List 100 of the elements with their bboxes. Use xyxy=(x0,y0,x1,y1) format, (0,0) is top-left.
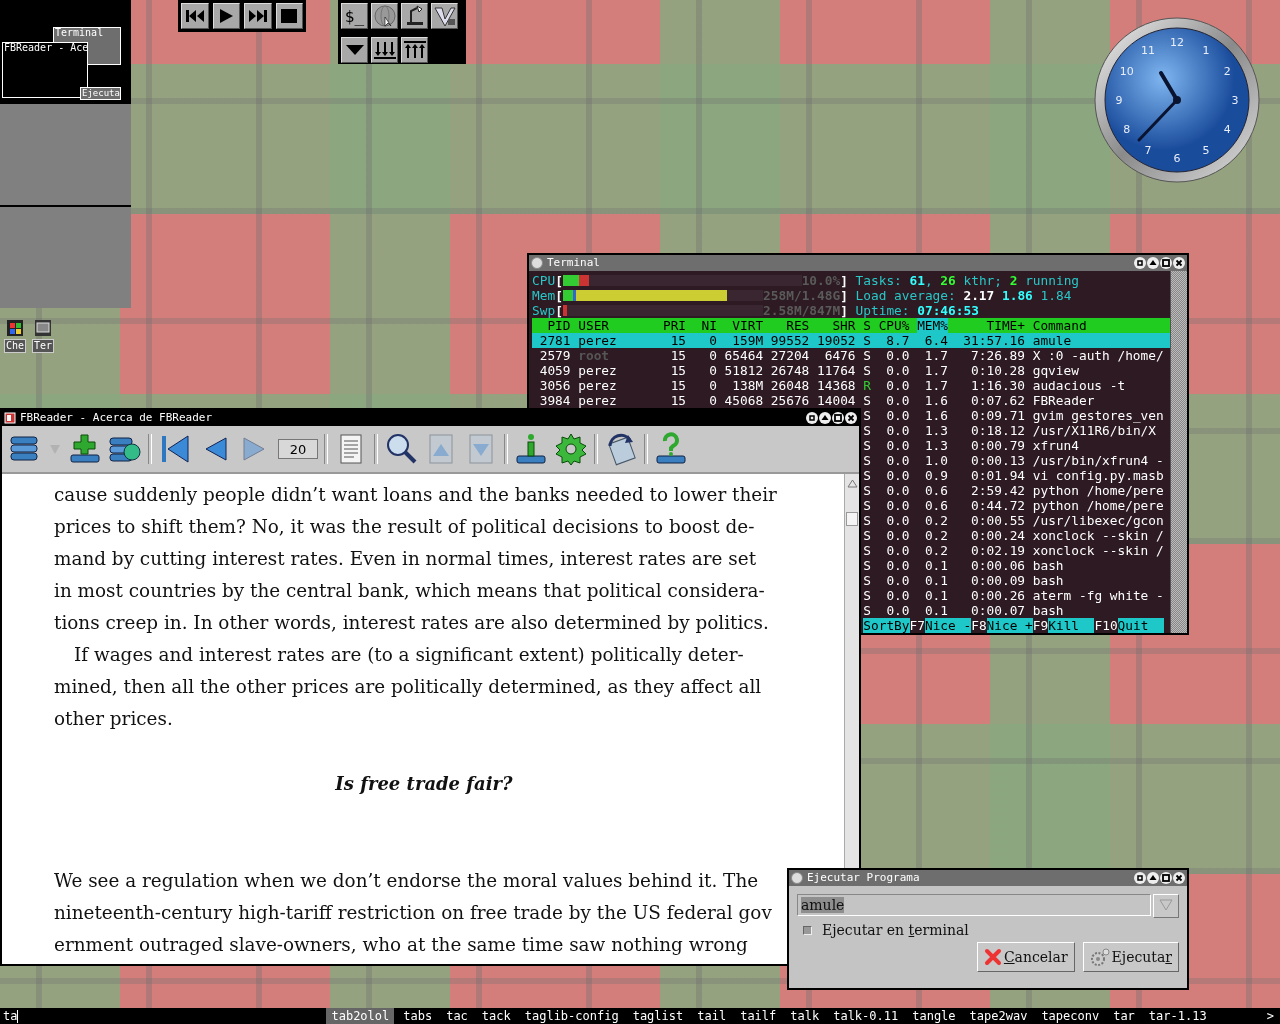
column-header[interactable]: RES xyxy=(770,318,810,333)
close-button[interactable] xyxy=(1173,872,1185,884)
process-row[interactable]: 2781 perez 15 0 159M 99552 19052 S 8.7 6.4 31:57.16 amule xyxy=(532,333,1170,348)
book-icon[interactable] xyxy=(4,412,16,424)
maximize-button[interactable] xyxy=(832,412,844,424)
process-row[interactable]: S 0.0 0.6 0:44.72 python /home/pere xyxy=(863,498,1170,513)
column-header[interactable]: USER xyxy=(578,318,656,333)
monitor-icon[interactable] xyxy=(35,320,52,336)
editor-button[interactable] xyxy=(431,3,458,29)
minimize-button[interactable] xyxy=(1134,257,1146,269)
key-action[interactable]: Quit xyxy=(1117,618,1164,633)
key-action[interactable]: Nice - xyxy=(924,618,972,633)
maximize-button[interactable] xyxy=(1160,872,1172,884)
column-header[interactable]: CPU% xyxy=(878,318,910,333)
process-row[interactable]: S 0.0 0.2 0:00.24 xonclock --skin / xyxy=(863,528,1170,543)
shade-button[interactable] xyxy=(819,412,831,424)
column-header[interactable]: Command xyxy=(1032,318,1087,333)
completion-item[interactable]: tape2wav xyxy=(964,1008,1033,1024)
shade-button[interactable] xyxy=(1147,257,1159,269)
icon-label[interactable]: Che xyxy=(4,339,27,353)
title-bar[interactable]: Ejecutar Programa xyxy=(789,870,1187,886)
ball-icon[interactable] xyxy=(791,872,803,884)
workspace-pager[interactable]: Terminal FBReader - Ace Ejecuta xyxy=(0,0,131,308)
process-row[interactable]: S 0.0 1.6 0:09.71 gvim gestores_ven xyxy=(863,408,1170,423)
title-bar[interactable]: FBReader - Acerca de FBReader xyxy=(2,410,859,426)
lower-button[interactable] xyxy=(371,37,398,63)
column-header[interactable]: MEM% xyxy=(917,318,948,333)
add-book-icon[interactable] xyxy=(68,432,102,466)
minimize-button[interactable] xyxy=(806,412,818,424)
column-header[interactable]: PID xyxy=(532,318,571,333)
completion-item[interactable]: tapeconv xyxy=(1036,1008,1105,1024)
minimize-button[interactable] xyxy=(1134,872,1146,884)
page-number-field[interactable]: 20 xyxy=(278,439,318,459)
completion-item[interactable]: tabs xyxy=(398,1008,438,1024)
process-row[interactable]: S 0.0 0.1 0:00.07 bash xyxy=(863,603,1170,618)
completion-item[interactable]: talk xyxy=(785,1008,825,1024)
checkbox-label[interactable]: Ejecutar en terminal xyxy=(822,922,969,938)
process-row[interactable]: 3056 perez 15 0 138M 26048 14368 R 0.0 1.7 1:16.30 audacious -t xyxy=(532,378,1170,393)
close-button[interactable] xyxy=(1173,257,1185,269)
column-header[interactable]: VIRT xyxy=(724,318,764,333)
process-row[interactable]: 4059 perez 15 0 51812 26748 11764 S 0.0 1.7 0:10.28 gqview xyxy=(532,363,1170,378)
pager-window[interactable]: Terminal xyxy=(53,27,121,42)
window-logo-icon[interactable] xyxy=(7,320,24,336)
next-button[interactable] xyxy=(244,3,272,29)
column-header[interactable]: S xyxy=(863,318,871,333)
completion-item[interactable]: tailf xyxy=(735,1008,782,1024)
cancel-button[interactable]: Cancelar xyxy=(976,942,1075,972)
completion-item[interactable]: tangle xyxy=(907,1008,961,1024)
info-icon[interactable] xyxy=(514,432,548,466)
menu-button[interactable] xyxy=(341,37,368,63)
key-action[interactable]: SortBy xyxy=(863,618,910,633)
process-row[interactable]: S 0.0 1.3 0:00.79 xfrun4 xyxy=(863,438,1170,453)
run-button[interactable]: Ejecutar xyxy=(1082,942,1179,972)
process-row[interactable]: S 0.0 0.1 0:00.26 aterm -fg white - xyxy=(863,588,1170,603)
command-input[interactable]: ta xyxy=(0,1008,18,1024)
key-action[interactable]: Kill xyxy=(1048,618,1095,633)
title-bar[interactable]: Terminal xyxy=(529,255,1187,271)
process-row[interactable]: S 0.0 0.2 0:02.19 xonclock --skin / xyxy=(863,543,1170,558)
checkbox[interactable] xyxy=(803,925,812,935)
play-button[interactable] xyxy=(212,3,240,29)
dropdown-button[interactable] xyxy=(1153,894,1179,918)
help-icon[interactable] xyxy=(654,432,688,466)
previous-button[interactable] xyxy=(181,3,209,29)
column-header[interactable]: PRI xyxy=(662,318,687,333)
column-header[interactable]: TIME+ xyxy=(955,318,1025,333)
process-row[interactable]: S 0.0 1.3 0:18.12 /usr/X11R6/bin/X xyxy=(863,423,1170,438)
completion-item[interactable]: tar-1.13 xyxy=(1143,1008,1212,1024)
desk-button[interactable] xyxy=(401,3,428,29)
column-header[interactable]: SHR xyxy=(817,318,856,333)
globe-button[interactable] xyxy=(371,3,398,29)
completion-item[interactable]: tab2olol xyxy=(326,1008,395,1024)
terminal-button[interactable]: $_ xyxy=(341,3,368,29)
completion-item[interactable]: tail xyxy=(692,1008,732,1024)
pager-window[interactable]: Ejecuta xyxy=(80,87,121,100)
key-action[interactable]: Nice + xyxy=(986,618,1033,633)
completion-item[interactable]: tac xyxy=(441,1008,473,1024)
icon-label[interactable]: Ter xyxy=(32,339,55,353)
stop-button[interactable] xyxy=(275,3,303,29)
completion-item[interactable]: tar xyxy=(1108,1008,1140,1024)
process-row[interactable]: S 0.0 0.1 0:00.09 bash xyxy=(863,573,1170,588)
shade-button[interactable] xyxy=(1147,872,1159,884)
search-icon[interactable] xyxy=(384,432,418,466)
settings-icon[interactable] xyxy=(554,432,588,466)
process-row[interactable]: S 0.0 0.6 2:59.42 python /home/pere xyxy=(863,483,1170,498)
process-row[interactable]: S 0.0 0.9 0:01.94 vi config.py.masb xyxy=(863,468,1170,483)
completion-item[interactable]: tack xyxy=(476,1008,516,1024)
triangle-up-icon[interactable] xyxy=(846,478,858,488)
raise-button[interactable] xyxy=(401,37,428,63)
more-indicator[interactable]: > xyxy=(1266,1008,1280,1024)
process-row[interactable]: 3984 perez 15 0 45068 25676 14004 S 0.0 1.6 0:07.62 FBReader xyxy=(532,393,1170,408)
close-button[interactable] xyxy=(845,412,857,424)
scrollbar[interactable] xyxy=(1170,271,1187,633)
process-row[interactable]: S 0.0 0.2 0:00.55 /usr/libexec/gcon xyxy=(863,513,1170,528)
scroll-thumb[interactable] xyxy=(846,512,858,526)
completion-item[interactable]: taglib-config xyxy=(519,1008,624,1024)
ball-icon[interactable] xyxy=(531,257,543,269)
process-row[interactable]: S 0.0 0.1 0:00.06 bash xyxy=(863,558,1170,573)
maximize-button[interactable] xyxy=(1160,257,1172,269)
completion-item[interactable]: taglist xyxy=(627,1008,689,1024)
completion-item[interactable]: talk-0.11 xyxy=(828,1008,904,1024)
